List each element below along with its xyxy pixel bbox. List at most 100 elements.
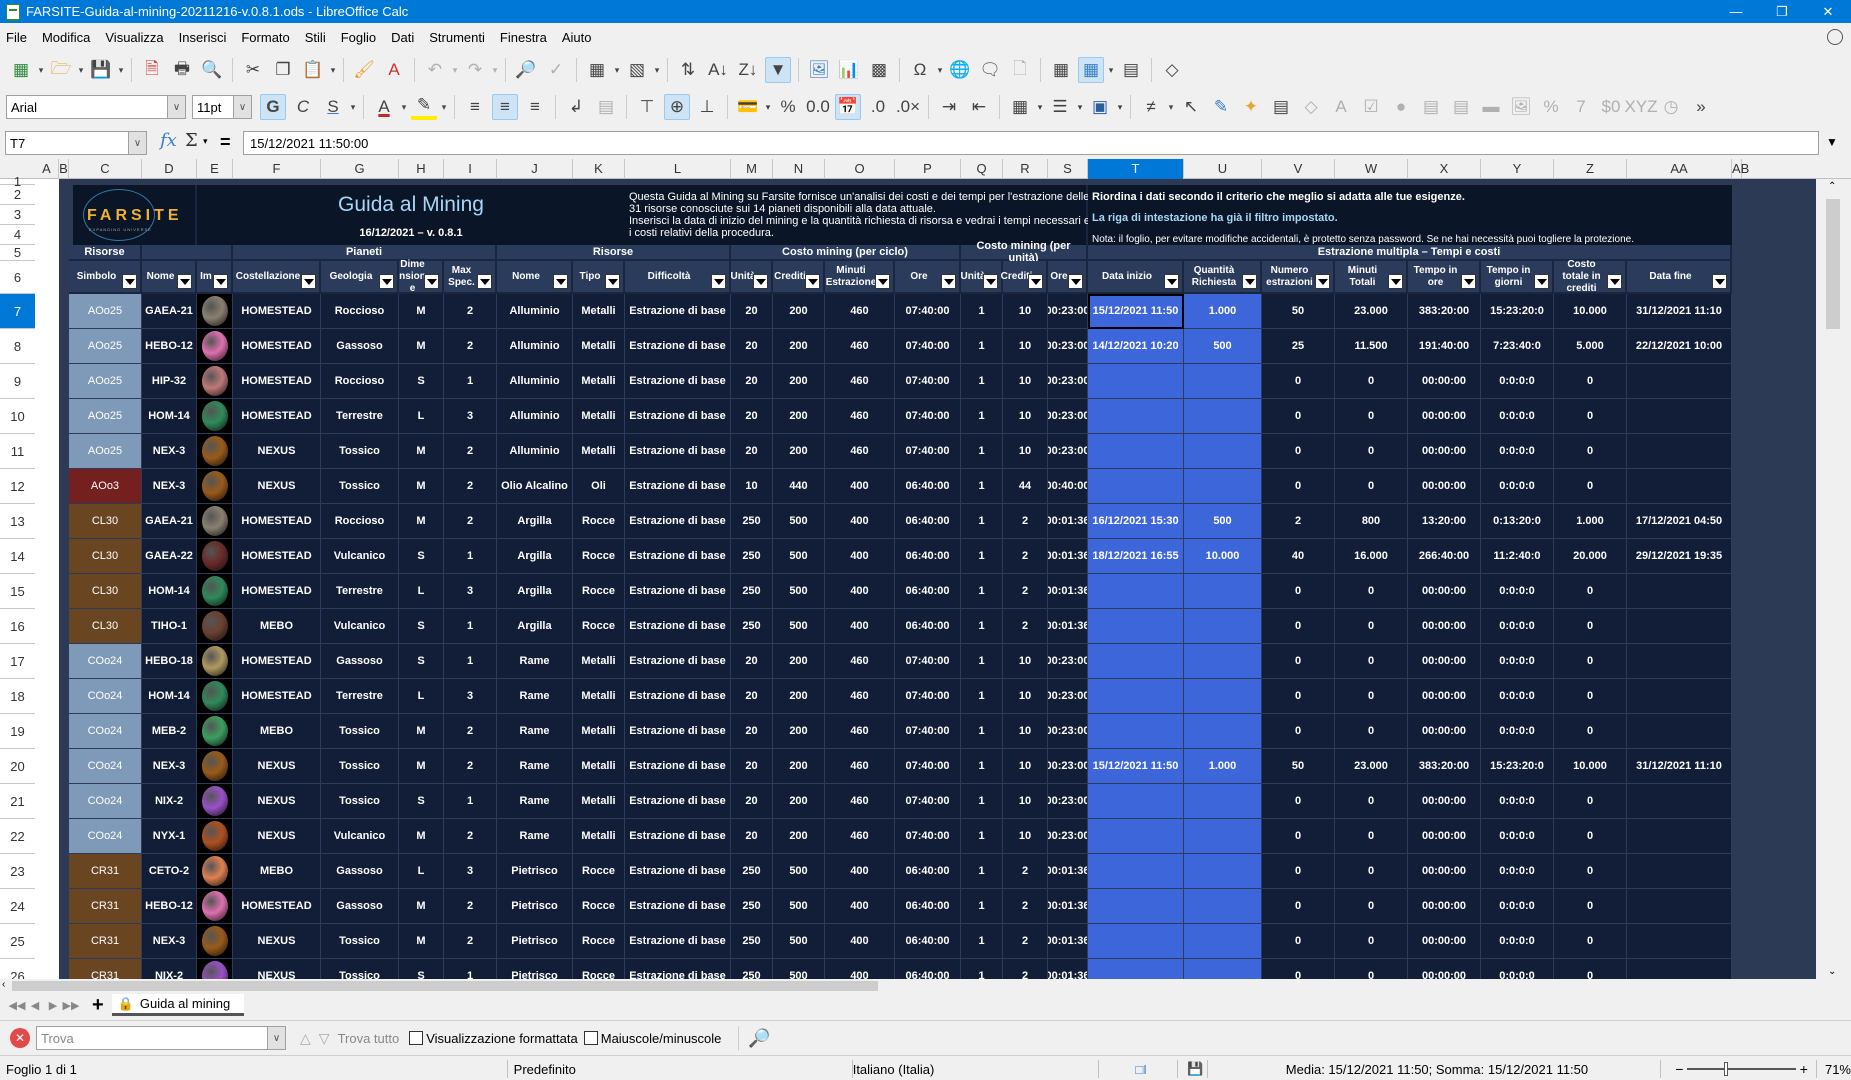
header-footer-icon[interactable]: 🗋 [1007,57,1033,83]
column-header-o[interactable]: O [825,159,895,179]
menu-formato[interactable]: Formato [241,30,289,45]
filter-dropdown-icon[interactable] [605,274,620,289]
row-header-25[interactable]: 25 [0,924,35,959]
open-folder-icon[interactable]: 🗁 [48,57,74,83]
align-center-icon[interactable]: ≡ [492,94,518,120]
align-middle-icon[interactable]: ⊕ [664,94,690,120]
quantity-input[interactable] [1184,784,1262,819]
column-header-h[interactable]: H [399,159,444,179]
start-date-input[interactable]: 15/12/2021 11:50 [1088,749,1184,784]
zoom-level[interactable]: 71% [1815,1060,1851,1078]
start-date-input[interactable] [1088,924,1184,959]
row-header-16[interactable]: 16 [0,609,35,644]
define-print-area-icon[interactable]: ▦ [1048,57,1074,83]
filter-dropdown-icon[interactable] [301,274,316,289]
filter-dropdown-icon[interactable] [1315,274,1330,289]
chevron-down-icon[interactable]: ∨ [167,96,185,118]
date-format-icon[interactable]: 📅 [835,94,861,120]
scroll-thumb[interactable] [12,981,878,991]
quantity-input[interactable] [1184,889,1262,924]
column-header-w[interactable]: W [1335,159,1408,179]
currency-field-icon[interactable]: $0 [1598,94,1624,120]
chevron-down-icon[interactable]: ∨ [233,96,251,118]
quantity-input[interactable] [1184,959,1262,979]
quantity-input[interactable] [1184,854,1262,889]
column-header-g[interactable]: G [321,159,399,179]
row-header-22[interactable]: 22 [0,819,35,854]
scroll-down-icon[interactable]: ⌄ [1828,966,1836,977]
quantity-input[interactable]: 1.000 [1184,294,1262,329]
print-icon[interactable]: 🖶 [169,57,195,83]
filter-dropdown-icon[interactable] [379,274,394,289]
font-color-dropdown-icon[interactable]: ▾ [399,94,409,120]
select-pointer-icon[interactable]: ↖ [1178,94,1204,120]
quantity-input[interactable] [1184,609,1262,644]
column-header-i[interactable]: I [444,159,497,179]
border-color-dropdown-icon[interactable]: ▾ [1115,94,1125,120]
label-control-icon[interactable]: ◇ [1298,94,1324,120]
first-sheet-icon[interactable]: ◀◀ [8,999,26,1012]
menu-modifica[interactable]: Modifica [42,30,90,45]
conditional-format-icon[interactable]: ≠ [1138,94,1164,120]
column-header-p[interactable]: P [895,159,961,179]
merge-center-icon[interactable]: ▤ [593,94,619,120]
start-date-input[interactable]: 18/12/2021 16:55 [1088,539,1184,574]
quantity-input[interactable] [1184,399,1262,434]
start-date-input[interactable] [1088,784,1184,819]
row-header-12[interactable]: 12 [0,469,35,504]
start-date-input[interactable] [1088,714,1184,749]
sum-icon[interactable]: Σ [185,130,198,151]
row-header-24[interactable]: 24 [0,889,35,924]
page-style[interactable]: Predefinito [508,1060,853,1078]
bold-button[interactable]: G [260,94,286,120]
font-size-combo[interactable]: 11pt ∨ [192,95,252,119]
row-header-18[interactable]: 18 [0,679,35,714]
freeze-dropdown-icon[interactable]: ▾ [1106,57,1116,83]
row-dropdown-icon[interactable]: ▾ [612,57,622,83]
quantity-input[interactable] [1184,469,1262,504]
add-decimal-icon[interactable]: .0 [865,94,891,120]
column-header-z[interactable]: Z [1554,159,1627,179]
combobox-control-icon[interactable]: ▤ [1448,94,1474,120]
quantity-input[interactable] [1184,644,1262,679]
quantity-input[interactable] [1184,924,1262,959]
textbox-control-icon[interactable]: A [1328,94,1354,120]
split-window-icon[interactable]: ▤ [1118,57,1144,83]
filter-dropdown-icon[interactable] [1242,274,1257,289]
option-button-icon[interactable]: ● [1388,94,1414,120]
pattern-field-icon[interactable]: XYZ [1624,94,1657,120]
paste-dropdown-icon[interactable]: ▾ [328,57,338,83]
column-header-aa[interactable]: AA [1627,159,1732,179]
help-globe-icon[interactable] [1827,29,1843,45]
more-tools-icon[interactable]: » [1688,94,1714,120]
start-date-input[interactable] [1088,819,1184,854]
column-icon[interactable]: ▧ [624,57,650,83]
formatted-field-icon[interactable]: % [1538,94,1564,120]
column-header-s[interactable]: S [1048,159,1088,179]
design-mode-icon[interactable]: ✎ [1208,94,1234,120]
redo-dropdown-icon[interactable]: ▾ [490,57,500,83]
start-date-input[interactable] [1088,609,1184,644]
filter-dropdown-icon[interactable] [424,274,439,289]
formula-input[interactable]: 15/12/2021 11:50:00 [243,131,1819,155]
filter-dropdown-icon[interactable] [177,274,192,289]
start-date-input[interactable] [1088,574,1184,609]
start-date-input[interactable] [1088,854,1184,889]
column-header-u[interactable]: U [1184,159,1262,179]
filter-dropdown-icon[interactable] [1164,274,1179,289]
cut-icon[interactable]: ✂ [240,57,266,83]
row-header-5[interactable]: 5 [0,245,35,261]
find-replace-icon[interactable]: 🔎 [748,1028,770,1049]
row-header-3[interactable]: 3 [0,205,35,225]
borders-dropdown-icon[interactable]: ▾ [1035,94,1045,120]
scroll-left-icon[interactable]: ‹ [2,979,5,990]
column-header-r[interactable]: R [1003,159,1048,179]
date-field-icon[interactable]: 7 [1568,94,1594,120]
conditional-dropdown-icon[interactable]: ▾ [1166,94,1176,120]
sheet-tab-guida[interactable]: 🔒 Guida al mining [111,994,245,1016]
autofilter-icon[interactable]: ▼ [765,57,791,83]
find-previous-icon[interactable]: △ [300,1030,311,1047]
scroll-up-icon[interactable]: ⌃ [1828,181,1836,192]
align-right-icon[interactable]: ≡ [522,94,548,120]
start-date-input[interactable] [1088,889,1184,924]
